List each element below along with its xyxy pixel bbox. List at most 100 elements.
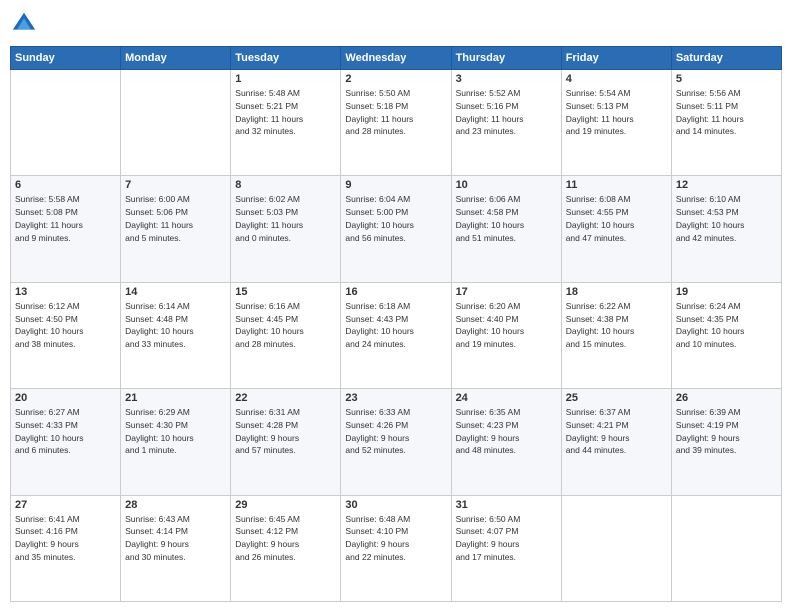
day-number: 1 [235,73,336,85]
calendar-cell: 30Sunrise: 6:48 AM Sunset: 4:10 PM Dayli… [341,495,451,601]
day-info: Sunrise: 5:58 AM Sunset: 5:08 PM Dayligh… [15,193,116,244]
day-info: Sunrise: 6:18 AM Sunset: 4:43 PM Dayligh… [345,300,446,351]
calendar-cell: 2 Sunrise: 5:50 AM Sunset: 5:18 PM Daylig… [341,70,451,176]
calendar-cell: 24 Sunrise: 6:35 AM Sunset: 4:23 PM Dayli… [451,389,561,495]
day-number: 18 [566,286,667,298]
calendar-cell: 27 Sunrise: 6:41 AM Sunset: 4:16 PM Dayli… [11,495,121,601]
calendar-cell: 16 Sunrise: 6:18 AM Sunset: 4:43 PM Dayli… [341,282,451,388]
day-info: Sunrise: 6:22 AM Sunset: 4:38 PM Dayligh… [566,300,667,351]
header-day: Tuesday [231,47,341,70]
day-number: 3 [456,73,557,85]
day-number: 24 [456,392,557,404]
page: SundayMondayTuesdayWednesdayThursdayFrid… [0,0,792,612]
calendar-cell: 18 Sunrise: 6:22 AM Sunset: 4:38 PM Dayli… [561,282,671,388]
day-number: 10 [456,179,557,191]
day-info: Sunrise: 6:16 AM Sunset: 4:45 PM Dayligh… [235,300,336,351]
logo-icon [10,10,38,38]
calendar-cell: 28 Sunrise: 6:43 AM Sunset: 4:14 PM Dayli… [121,495,231,601]
calendar-cell: 3 Sunrise: 5:52 AM Sunset: 5:16 PM Daylig… [451,70,561,176]
day-number: 23 [345,392,446,404]
calendar-cell: 23 Sunrise: 6:33 AM Sunset: 4:26 PM Dayli… [341,389,451,495]
calendar-week-row: 27 Sunrise: 6:41 AM Sunset: 4:16 PM Dayli… [11,495,782,601]
day-info: Sunrise: 6:29 AM Sunset: 4:30 PM Dayligh… [125,406,226,457]
header [10,10,782,38]
day-info: Sunrise: 6:33 AM Sunset: 4:26 PM Dayligh… [345,406,446,457]
logo [10,10,42,38]
calendar-cell: 31 Sunrise: 6:50 AM Sunset: 4:07 PM Dayli… [451,495,561,601]
header-day: Thursday [451,47,561,70]
calendar-cell [11,70,121,176]
calendar-cell: 7 Sunrise: 6:00 AM Sunset: 5:06 PM Daylig… [121,176,231,282]
day-number: 14 [125,286,226,298]
day-number: 13 [15,286,116,298]
day-info: Sunrise: 6:39 AM Sunset: 4:19 PM Dayligh… [676,406,777,457]
calendar-cell: 5 Sunrise: 5:56 AM Sunset: 5:11 PM Daylig… [671,70,781,176]
day-number: 21 [125,392,226,404]
day-number: 15 [235,286,336,298]
day-number: 2 [345,73,446,85]
day-number: 22 [235,392,336,404]
day-number: 27 [15,499,116,511]
day-number: 31 [456,499,557,511]
day-number: 7 [125,179,226,191]
day-number: 17 [456,286,557,298]
day-info: Sunrise: 6:14 AM Sunset: 4:48 PM Dayligh… [125,300,226,351]
calendar-cell [671,495,781,601]
day-info: Sunrise: 6:06 AM Sunset: 4:58 PM Dayligh… [456,193,557,244]
day-info: Sunrise: 5:50 AM Sunset: 5:18 PM Dayligh… [345,87,446,138]
calendar-cell: 15 Sunrise: 6:16 AM Sunset: 4:45 PM Dayli… [231,282,341,388]
calendar-cell: 12 Sunrise: 6:10 AM Sunset: 4:53 PM Dayli… [671,176,781,282]
calendar-week-row: 13Sunrise: 6:12 AM Sunset: 4:50 PM Dayli… [11,282,782,388]
day-number: 11 [566,179,667,191]
header-day: Saturday [671,47,781,70]
calendar-cell: 13Sunrise: 6:12 AM Sunset: 4:50 PM Dayli… [11,282,121,388]
day-number: 12 [676,179,777,191]
day-info: Sunrise: 6:31 AM Sunset: 4:28 PM Dayligh… [235,406,336,457]
calendar-cell [121,70,231,176]
calendar-week-row: 1Sunrise: 5:48 AM Sunset: 5:21 PM Daylig… [11,70,782,176]
day-info: Sunrise: 6:24 AM Sunset: 4:35 PM Dayligh… [676,300,777,351]
day-info: Sunrise: 6:10 AM Sunset: 4:53 PM Dayligh… [676,193,777,244]
day-info: Sunrise: 5:56 AM Sunset: 5:11 PM Dayligh… [676,87,777,138]
day-info: Sunrise: 6:27 AM Sunset: 4:33 PM Dayligh… [15,406,116,457]
day-number: 25 [566,392,667,404]
day-info: Sunrise: 6:08 AM Sunset: 4:55 PM Dayligh… [566,193,667,244]
day-info: Sunrise: 6:00 AM Sunset: 5:06 PM Dayligh… [125,193,226,244]
calendar-cell: 17 Sunrise: 6:20 AM Sunset: 4:40 PM Dayli… [451,282,561,388]
day-info: Sunrise: 6:41 AM Sunset: 4:16 PM Dayligh… [15,513,116,564]
day-number: 8 [235,179,336,191]
calendar-cell: 10 Sunrise: 6:06 AM Sunset: 4:58 PM Dayli… [451,176,561,282]
day-number: 28 [125,499,226,511]
calendar-cell: 14 Sunrise: 6:14 AM Sunset: 4:48 PM Dayli… [121,282,231,388]
calendar-week-row: 20 Sunrise: 6:27 AM Sunset: 4:33 PM Dayli… [11,389,782,495]
day-info: Sunrise: 5:52 AM Sunset: 5:16 PM Dayligh… [456,87,557,138]
calendar-cell: 29Sunrise: 6:45 AM Sunset: 4:12 PM Dayli… [231,495,341,601]
day-info: Sunrise: 6:50 AM Sunset: 4:07 PM Dayligh… [456,513,557,564]
calendar-cell: 25Sunrise: 6:37 AM Sunset: 4:21 PM Dayli… [561,389,671,495]
day-info: Sunrise: 5:54 AM Sunset: 5:13 PM Dayligh… [566,87,667,138]
day-info: Sunrise: 6:20 AM Sunset: 4:40 PM Dayligh… [456,300,557,351]
day-number: 16 [345,286,446,298]
header-day: Sunday [11,47,121,70]
calendar-cell: 11 Sunrise: 6:08 AM Sunset: 4:55 PM Dayli… [561,176,671,282]
day-number: 20 [15,392,116,404]
day-info: Sunrise: 6:43 AM Sunset: 4:14 PM Dayligh… [125,513,226,564]
calendar-table: SundayMondayTuesdayWednesdayThursdayFrid… [10,46,782,602]
day-info: Sunrise: 6:48 AM Sunset: 4:10 PM Dayligh… [345,513,446,564]
day-number: 5 [676,73,777,85]
header-day: Friday [561,47,671,70]
calendar-cell: 1Sunrise: 5:48 AM Sunset: 5:21 PM Daylig… [231,70,341,176]
calendar-cell: 20 Sunrise: 6:27 AM Sunset: 4:33 PM Dayli… [11,389,121,495]
calendar-cell: 19Sunrise: 6:24 AM Sunset: 4:35 PM Dayli… [671,282,781,388]
header-day: Wednesday [341,47,451,70]
calendar-cell [561,495,671,601]
day-info: Sunrise: 6:35 AM Sunset: 4:23 PM Dayligh… [456,406,557,457]
calendar-cell: 4Sunrise: 5:54 AM Sunset: 5:13 PM Daylig… [561,70,671,176]
calendar-week-row: 6Sunrise: 5:58 AM Sunset: 5:08 PM Daylig… [11,176,782,282]
calendar-cell: 9Sunrise: 6:04 AM Sunset: 5:00 PM Daylig… [341,176,451,282]
calendar-cell: 26 Sunrise: 6:39 AM Sunset: 4:19 PM Dayli… [671,389,781,495]
calendar-cell: 8 Sunrise: 6:02 AM Sunset: 5:03 PM Daylig… [231,176,341,282]
day-number: 9 [345,179,446,191]
day-info: Sunrise: 6:02 AM Sunset: 5:03 PM Dayligh… [235,193,336,244]
day-number: 26 [676,392,777,404]
